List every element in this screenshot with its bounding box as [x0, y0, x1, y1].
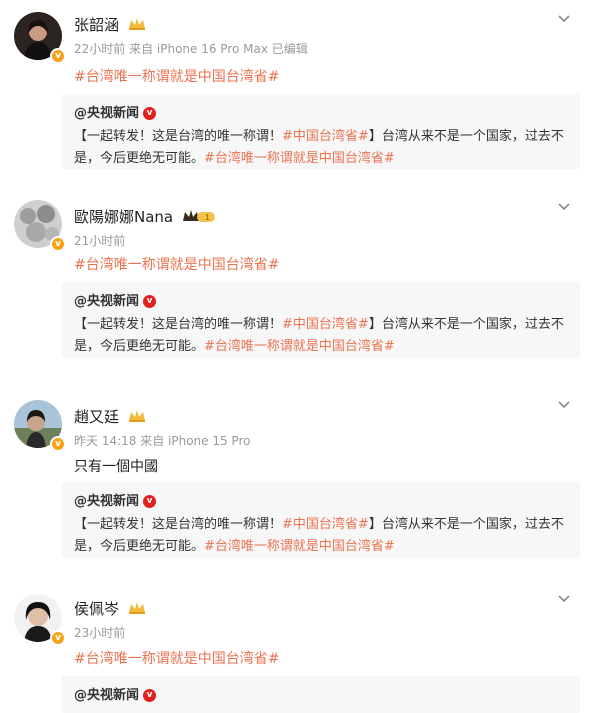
repost-author-text[interactable]: @央视新闻 [74, 494, 139, 509]
crown-vip-icon: 1 [182, 209, 216, 227]
crown-icon [128, 601, 146, 619]
repost-hashtag[interactable]: #中国台湾省# [282, 129, 369, 144]
repost-hashtag[interactable]: #台湾唯一称谓就是中国台湾省# [204, 539, 395, 554]
repost-hashtag[interactable]: #中国台湾省# [282, 317, 369, 332]
verified-badge-icon: v [50, 436, 66, 452]
repost-author-text[interactable]: @央视新闻 [74, 106, 139, 121]
user-name-text[interactable]: 侯佩岑 [74, 600, 119, 618]
verified-badge-icon: v [143, 295, 157, 308]
svg-text:1: 1 [205, 213, 210, 222]
repost-author[interactable]: @央视新闻 v [74, 684, 157, 703]
user-name-text[interactable]: 歐陽娜娜Nana [74, 208, 173, 226]
weibo-post: v 侯佩岑 23小时前 #台湾唯一称谓就是中国台湾省# @央视新闻 v [0, 580, 600, 713]
chevron-down-icon[interactable] [558, 12, 570, 24]
verified-badge-icon: v [143, 107, 157, 120]
avatar[interactable]: v [14, 200, 66, 252]
weibo-post: v 张韶涵 22小时前 来自 iPhone 16 Pro Max 已编辑 #台湾… [0, 0, 600, 175]
weibo-post: v 趙又廷 昨天 14:18 来自 iPhone 15 Pro 只有一個中國 @… [0, 388, 600, 568]
verified-badge-icon: v [50, 630, 66, 646]
crown-icon [128, 17, 146, 35]
weibo-post: v 歐陽娜娜Nana 1 21小时前 #台湾唯一称谓就是中国台湾省# @央视新闻… [0, 190, 600, 370]
post-text[interactable]: #台湾唯一称谓就是中国台湾省# [74, 66, 279, 86]
repost-text: 【一起转发！这是台湾的唯一称谓！#中国台湾省#】台湾从来不是一个国家，过去不是，… [74, 126, 569, 170]
verified-badge-icon: v [50, 48, 66, 64]
repost-card[interactable]: @央视新闻 v [62, 676, 580, 713]
repost-text: 【一起转发！这是台湾的唯一称谓！#中国台湾省#】台湾从来不是一个国家，过去不是，… [74, 314, 569, 358]
repost-text: 【一起转发！这是台湾的唯一称谓！#中国台湾省#】台湾从来不是一个国家，过去不是，… [74, 514, 569, 558]
post-meta: 22小时前 来自 iPhone 16 Pro Max 已编辑 [74, 42, 308, 56]
chevron-down-icon[interactable] [558, 592, 570, 604]
post-meta: 21小时前 [74, 234, 126, 248]
verified-badge-icon: v [143, 689, 157, 702]
repost-hashtag[interactable]: #中国台湾省# [282, 517, 369, 532]
verified-badge-icon: v [143, 495, 157, 508]
repost-author-text[interactable]: @央视新闻 [74, 294, 139, 309]
user-name[interactable]: 歐陽娜娜Nana 1 [74, 206, 216, 227]
repost-author[interactable]: @央视新闻 v [74, 490, 157, 509]
user-name[interactable]: 侯佩岑 [74, 598, 146, 619]
verified-badge-icon: v [50, 236, 66, 252]
post-text[interactable]: 只有一個中國 [74, 456, 158, 476]
repost-text-a: 【一起转发！这是台湾的唯一称谓！ [74, 517, 283, 532]
crown-icon [128, 409, 146, 427]
avatar[interactable]: v [14, 12, 66, 64]
repost-hashtag[interactable]: #台湾唯一称谓就是中国台湾省# [204, 339, 395, 354]
post-text[interactable]: #台湾唯一称谓就是中国台湾省# [74, 648, 279, 668]
repost-text-a: 【一起转发！这是台湾的唯一称谓！ [74, 317, 283, 332]
repost-card[interactable]: @央视新闻 v 【一起转发！这是台湾的唯一称谓！#中国台湾省#】台湾从来不是一个国… [62, 282, 580, 358]
repost-author[interactable]: @央视新闻 v [74, 102, 157, 121]
post-meta: 23小时前 [74, 626, 126, 640]
repost-author[interactable]: @央视新闻 v [74, 290, 157, 309]
user-name[interactable]: 张韶涵 [74, 14, 146, 35]
repost-text-a: 【一起转发！这是台湾的唯一称谓！ [74, 129, 283, 144]
avatar[interactable]: v [14, 400, 66, 452]
repost-card[interactable]: @央视新闻 v 【一起转发！这是台湾的唯一称谓！#中国台湾省#】台湾从来不是一个国… [62, 94, 580, 169]
repost-author-text[interactable]: @央视新闻 [74, 688, 139, 703]
post-meta: 昨天 14:18 来自 iPhone 15 Pro [74, 434, 251, 448]
chevron-down-icon[interactable] [558, 398, 570, 410]
avatar[interactable]: v [14, 594, 66, 646]
user-name[interactable]: 趙又廷 [74, 406, 146, 427]
chevron-down-icon[interactable] [558, 200, 570, 212]
user-name-text[interactable]: 趙又廷 [74, 408, 119, 426]
repost-card[interactable]: @央视新闻 v 【一起转发！这是台湾的唯一称谓！#中国台湾省#】台湾从来不是一个国… [62, 482, 580, 558]
repost-hashtag[interactable]: #台湾唯一称谓就是中国台湾省# [204, 151, 395, 166]
post-text[interactable]: #台湾唯一称谓就是中国台湾省# [74, 254, 279, 274]
user-name-text[interactable]: 张韶涵 [74, 16, 119, 34]
